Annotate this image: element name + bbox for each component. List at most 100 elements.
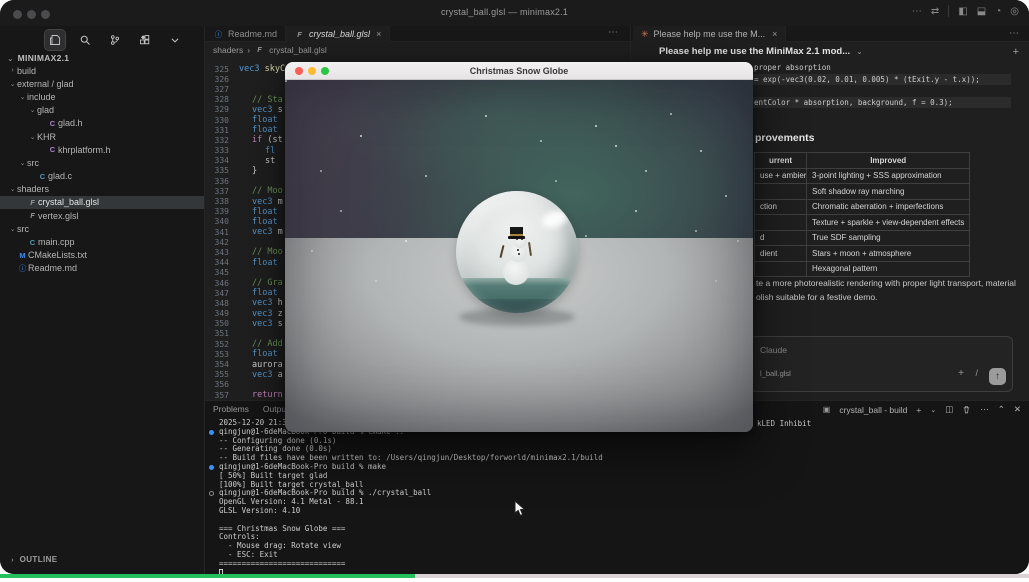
search-icon[interactable] (75, 30, 95, 50)
more-actions-icon[interactable]: ⋯ (912, 6, 922, 17)
breadcrumb-folder[interactable]: shaders (213, 45, 243, 55)
divider (948, 5, 949, 17)
layout-toggle-icon[interactable]: ⇄ (931, 6, 939, 17)
chat-code-line (749, 85, 1011, 97)
chevron-down-icon: ⌄ (18, 159, 27, 167)
toggle-panel-icon[interactable]: ⬓ (977, 6, 986, 17)
chevron-down-icon[interactable]: ⌄ (930, 406, 936, 414)
tree-item-crystal-ball-glsl[interactable]: Fcrystal_ball.glsl (0, 196, 204, 209)
close-icon[interactable]: × (772, 29, 777, 39)
tree-item-shaders[interactable]: ⌄shaders (0, 183, 204, 196)
tree-item-glad-c[interactable]: Cglad.c (0, 170, 204, 183)
chat-thread-title[interactable]: Please help me use the MiniMax 2.1 mod..… (659, 46, 863, 57)
chevron-down-icon: ⌄ (856, 47, 863, 56)
attach-button[interactable]: + (958, 368, 964, 379)
file-tree: ›build⌄external / glad⌄include⌄gladCglad… (0, 64, 204, 275)
tree-item-external-glad[interactable]: ⌄external / glad (0, 77, 204, 90)
snow-globe-window[interactable]: Christmas Snow Globe (285, 62, 753, 432)
line-number: 350 (205, 319, 229, 328)
tree-item-label: src (17, 224, 29, 234)
line-number: 345 (205, 268, 229, 277)
tab-crystal-ball[interactable]: F crystal_ball.glsl × (286, 26, 390, 42)
line-number: 332 (205, 136, 229, 145)
table-cell: use + ambient (755, 168, 807, 184)
opengl-render-scene[interactable] (285, 80, 753, 432)
line-number: 342 (205, 238, 229, 247)
source-control-icon[interactable] (105, 30, 125, 50)
tree-item-main-cpp[interactable]: Cmain.cpp (0, 235, 204, 248)
window-titlebar: crystal_ball.glsl — minimax2.1 ⋯ ⇄ ◧ ⬓ ◔… (0, 0, 1029, 26)
extensions-icon[interactable] (135, 30, 155, 50)
tree-item-glad-h[interactable]: Cglad.h (0, 117, 204, 130)
tab-problems[interactable]: Problems (213, 404, 249, 414)
tree-item-src[interactable]: ⌄src (0, 156, 204, 169)
tab-label: Readme.md (228, 29, 277, 39)
chevron-down-icon[interactable] (165, 30, 185, 50)
improvements-table: urrentImproveduse + ambient3-point light… (754, 152, 970, 277)
slash-command-button[interactable]: / (975, 368, 978, 378)
terminal-output[interactable]: 2025-12-20 21:37:qingjun@1-6deMacBook-Pr… (209, 419, 603, 574)
tab-readme[interactable]: ⓘ Readme.md (205, 26, 286, 42)
line-number: 348 (205, 299, 229, 308)
outline-section[interactable]: › OUTLINE (8, 555, 58, 564)
snow-globe-titlebar[interactable]: Christmas Snow Globe (285, 62, 753, 80)
breadcrumb[interactable]: shaders › F crystal_ball.glsl (213, 43, 327, 56)
video-scrub-bar[interactable] (0, 574, 1029, 578)
chevron-down-icon: ⌄ (28, 133, 37, 141)
new-terminal-icon[interactable]: + (916, 405, 921, 415)
chat-input-box[interactable]: Claude l_ball.glsl + / ↑ (749, 336, 1013, 392)
project-root[interactable]: ⌄ MINIMAX2.1 (6, 53, 69, 63)
close-icon[interactable]: × (376, 29, 381, 39)
attachment-chip[interactable]: l_ball.glsl (760, 369, 791, 378)
code-text: // Sta (239, 95, 283, 105)
terminal-line: === Christmas Snow Globe === (209, 525, 603, 534)
line-number: 327 (205, 85, 229, 94)
split-terminal-icon[interactable]: ◫ (945, 404, 953, 415)
chevron-down-icon: ⌄ (8, 80, 17, 88)
breadcrumb-file[interactable]: crystal_ball.glsl (269, 45, 327, 55)
maximize-panel-icon[interactable]: ⌃ (998, 404, 1005, 415)
tree-item-label: external / glad (17, 79, 74, 89)
shader-file-icon: F (27, 198, 38, 207)
tree-item-include[interactable]: ⌄include (0, 90, 204, 103)
code-text: vec3 m (239, 227, 283, 237)
terminal-title[interactable]: crystal_ball - build (839, 405, 907, 415)
table-cell (755, 184, 807, 200)
table-cell (755, 261, 807, 277)
table-cell (755, 215, 807, 231)
line-number: 343 (205, 248, 229, 257)
snowman-hat (510, 227, 523, 236)
line-number: 356 (205, 380, 229, 389)
tree-item-readme-md[interactable]: ⓘReadme.md (0, 262, 204, 275)
close-panel-icon[interactable]: ✕ (1014, 404, 1021, 415)
table-header: urrent (755, 153, 807, 169)
tree-item-build[interactable]: ›build (0, 64, 204, 77)
explorer-icon[interactable] (45, 30, 65, 50)
tree-item-cmakelists-txt[interactable]: MCMakeLists.txt (0, 249, 204, 262)
panel-tabs: Problems Output (213, 404, 288, 414)
toggle-sidebar-icon[interactable]: ◧ (958, 6, 967, 17)
new-chat-button[interactable]: + (1013, 46, 1019, 58)
c-purple-file-icon: C (47, 119, 58, 128)
customize-layout-icon[interactable]: ◎ (1010, 6, 1019, 17)
tree-item-vertex-glsl[interactable]: Fvertex.glsl (0, 209, 204, 222)
chat-code-line: entColor * absorption, background, f = 0… (749, 97, 1011, 109)
send-button[interactable]: ↑ (989, 368, 1006, 385)
kill-terminal-icon[interactable] (962, 405, 971, 414)
more-actions-icon[interactable]: ⋯ (980, 404, 989, 415)
line-number: 351 (205, 329, 229, 338)
c-blue-file-icon: C (37, 172, 48, 181)
code-text: float (239, 115, 278, 125)
chat-more-actions-icon[interactable]: ⋯ (1009, 28, 1019, 39)
editor-more-actions-icon[interactable]: ⋯ (608, 27, 618, 38)
chevron-right-icon: › (247, 45, 250, 55)
tree-item-khr[interactable]: ⌄KHR (0, 130, 204, 143)
tree-item-khrplatform-h[interactable]: Ckhrplatform.h (0, 143, 204, 156)
code-text: vec3 s (239, 319, 283, 329)
claude-icon: ✳ (641, 29, 649, 40)
tree-item-glad[interactable]: ⌄glad (0, 104, 204, 117)
chat-tab[interactable]: ✳ Please help me use the M... × (633, 26, 786, 42)
toggle-secondary-sidebar-icon[interactable]: ◔ (995, 6, 1001, 17)
tree-item-src[interactable]: ⌄src (0, 222, 204, 235)
table-cell: Soft shadow ray marching (807, 184, 970, 200)
